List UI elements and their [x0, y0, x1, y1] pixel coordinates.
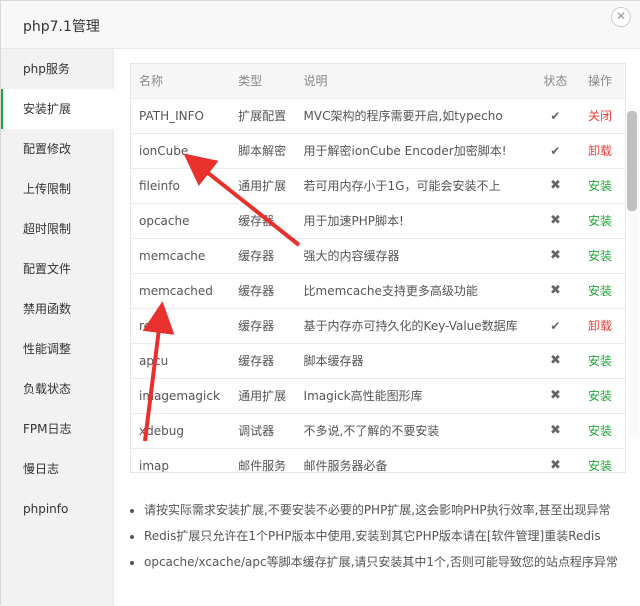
- cell-desc: Imagick高性能图形库: [295, 378, 531, 414]
- cell-desc: 比memcache支持更多高级功能: [295, 273, 531, 309]
- table-row: opcache 缓存器 用于加速PHP脚本! ✖ 安装: [131, 203, 625, 239]
- sidebar-item-phpinfo[interactable]: phpinfo: [1, 489, 114, 529]
- table-row: fileinfo 通用扩展 若可用内存小于1G，可能会安装不上 ✖ 安装: [131, 168, 625, 204]
- sidebar-item-slow-log[interactable]: 慢日志: [1, 449, 114, 489]
- extensions-table: 名称 类型 说明 状态 操作 PATH_INFO 扩展配置 MVC架构的程序需要…: [131, 64, 625, 473]
- cross-icon: ✖: [549, 388, 561, 403]
- main-content: 名称 类型 说明 状态 操作 PATH_INFO 扩展配置 MVC架构的程序需要…: [114, 49, 640, 606]
- install-link[interactable]: 安装: [588, 179, 612, 193]
- install-link[interactable]: 安装: [588, 214, 612, 228]
- cell-desc: 脚本缓存器: [295, 343, 531, 379]
- table-row: apcu 缓存器 脚本缓存器 ✖ 安装: [131, 343, 625, 379]
- check-icon: ✔: [550, 318, 561, 333]
- sidebar-item-php-service[interactable]: php服务: [1, 49, 114, 89]
- sidebar-item-load-status[interactable]: 负载状态: [1, 369, 114, 409]
- table-row: imap 邮件服务 邮件服务器必备 ✖ 安装: [131, 448, 625, 473]
- cell-type: 缓存器: [230, 273, 296, 309]
- cell-type: 缓存器: [230, 308, 296, 344]
- uninstall-link[interactable]: 卸载: [588, 144, 612, 158]
- sidebar-item-disabled-functions[interactable]: 禁用函数: [1, 289, 114, 329]
- col-header-name: 名称: [131, 64, 231, 99]
- cell-name: ionCube: [131, 133, 231, 169]
- cell-name: redis: [131, 308, 231, 344]
- sidebar: php服务 安装扩展 配置修改 上传限制 超时限制 配置文件 禁用函数 性能调整…: [1, 49, 114, 606]
- disable-link[interactable]: 关闭: [588, 109, 612, 123]
- cross-icon: ✖: [549, 248, 561, 263]
- sidebar-item-timeout-limit[interactable]: 超时限制: [1, 209, 114, 249]
- cell-desc: 邮件服务器必备: [295, 448, 531, 472]
- cell-name: memcache: [131, 238, 231, 274]
- cell-type: 缓存器: [230, 203, 296, 239]
- cell-name: PATH_INFO: [131, 98, 231, 134]
- sidebar-item-performance[interactable]: 性能调整: [1, 329, 114, 369]
- cross-icon: ✖: [549, 458, 561, 473]
- cell-type: 通用扩展: [230, 168, 296, 204]
- table-row: redis 缓存器 基于内存亦可持久化的Key-Value数据库 ✔ 卸载: [131, 308, 625, 344]
- cell-type: 调试器: [230, 413, 296, 449]
- cell-desc: MVC架构的程序需要开启,如typecho: [295, 98, 531, 134]
- sidebar-item-config-edit[interactable]: 配置修改: [1, 129, 114, 169]
- cell-name: imap: [131, 448, 231, 472]
- sidebar-item-fpm-log[interactable]: FPM日志: [1, 409, 114, 449]
- col-header-status: 状态: [530, 64, 580, 99]
- check-icon: ✔: [550, 143, 561, 158]
- tips-list: 请按实际需求安装扩展,不要安装不必要的PHP扩展,这会影响PHP执行效率,甚至出…: [128, 497, 640, 575]
- cell-type: 通用扩展: [230, 378, 296, 414]
- close-icon[interactable]: ✕: [611, 7, 631, 27]
- cell-name: imagemagick: [131, 378, 231, 414]
- cell-name: xdebug: [131, 413, 231, 449]
- sidebar-item-config-file[interactable]: 配置文件: [1, 249, 114, 289]
- col-header-op: 操作: [579, 64, 625, 99]
- table-header-row: 名称 类型 说明 状态 操作: [131, 64, 625, 99]
- tip-item: Redis扩展只允许在1个PHP版本中使用,安装到其它PHP版本请在[软件管理]…: [144, 523, 640, 549]
- cell-desc: 用于加速PHP脚本!: [295, 203, 531, 239]
- tip-item: opcache/xcache/apc等脚本缓存扩展,请只安装其中1个,否则可能导…: [144, 549, 640, 575]
- cross-icon: ✖: [549, 423, 561, 438]
- sidebar-item-upload-limit[interactable]: 上传限制: [1, 169, 114, 209]
- cell-type: 缓存器: [230, 238, 296, 274]
- install-link[interactable]: 安装: [588, 389, 612, 403]
- dialog-title: php7.1管理: [23, 19, 100, 35]
- cell-desc: 强大的内容缓存器: [295, 238, 531, 274]
- col-header-type: 类型: [230, 64, 296, 99]
- cell-desc: 不多说,不了解的不要安装: [295, 413, 531, 449]
- table-row: PATH_INFO 扩展配置 MVC架构的程序需要开启,如typecho ✔ 关…: [131, 98, 625, 134]
- cell-desc: 基于内存亦可持久化的Key-Value数据库: [295, 308, 531, 344]
- php-manager-dialog: php7.1管理 ✕ php服务 安装扩展 配置修改 上传限制 超时限制 配置文…: [0, 0, 640, 606]
- cell-name: fileinfo: [131, 168, 231, 204]
- table-row: memcached 缓存器 比memcache支持更多高级功能 ✖ 安装: [131, 273, 625, 309]
- table-row: xdebug 调试器 不多说,不了解的不要安装 ✖ 安装: [131, 413, 625, 449]
- table-row: ionCube 脚本解密 用于解密ionCube Encoder加密脚本! ✔ …: [131, 133, 625, 169]
- extensions-table-container: 名称 类型 说明 状态 操作 PATH_INFO 扩展配置 MVC架构的程序需要…: [130, 63, 626, 473]
- cell-type: 缓存器: [230, 343, 296, 379]
- install-link[interactable]: 安装: [588, 424, 612, 438]
- cell-desc: 用于解密ionCube Encoder加密脚本!: [295, 133, 531, 169]
- cell-type: 扩展配置: [230, 98, 296, 134]
- scroll-thumb[interactable]: [627, 111, 637, 211]
- install-link[interactable]: 安装: [588, 459, 612, 472]
- check-icon: ✔: [550, 108, 561, 123]
- table-row: imagemagick 通用扩展 Imagick高性能图形库 ✖ 安装: [131, 378, 625, 414]
- install-link[interactable]: 安装: [588, 284, 612, 298]
- cross-icon: ✖: [549, 178, 561, 193]
- dialog-titlebar: php7.1管理 ✕: [1, 1, 640, 49]
- install-link[interactable]: 安装: [588, 354, 612, 368]
- sidebar-item-install-extensions[interactable]: 安装扩展: [1, 89, 114, 129]
- cross-icon: ✖: [549, 213, 561, 228]
- uninstall-link[interactable]: 卸载: [588, 319, 612, 333]
- cross-icon: ✖: [549, 283, 561, 298]
- cell-name: memcached: [131, 273, 231, 309]
- tip-item: 请按实际需求安装扩展,不要安装不必要的PHP扩展,这会影响PHP执行效率,甚至出…: [144, 497, 640, 523]
- col-header-desc: 说明: [295, 64, 531, 99]
- cell-name: opcache: [131, 203, 231, 239]
- install-link[interactable]: 安装: [588, 249, 612, 263]
- cross-icon: ✖: [549, 353, 561, 368]
- cell-type: 脚本解密: [230, 133, 296, 169]
- cell-type: 邮件服务: [230, 448, 296, 472]
- table-row: memcache 缓存器 强大的内容缓存器 ✖ 安装: [131, 238, 625, 274]
- table-scrollbar[interactable]: [627, 107, 639, 437]
- cell-name: apcu: [131, 343, 231, 379]
- cell-desc: 若可用内存小于1G，可能会安装不上: [295, 168, 531, 204]
